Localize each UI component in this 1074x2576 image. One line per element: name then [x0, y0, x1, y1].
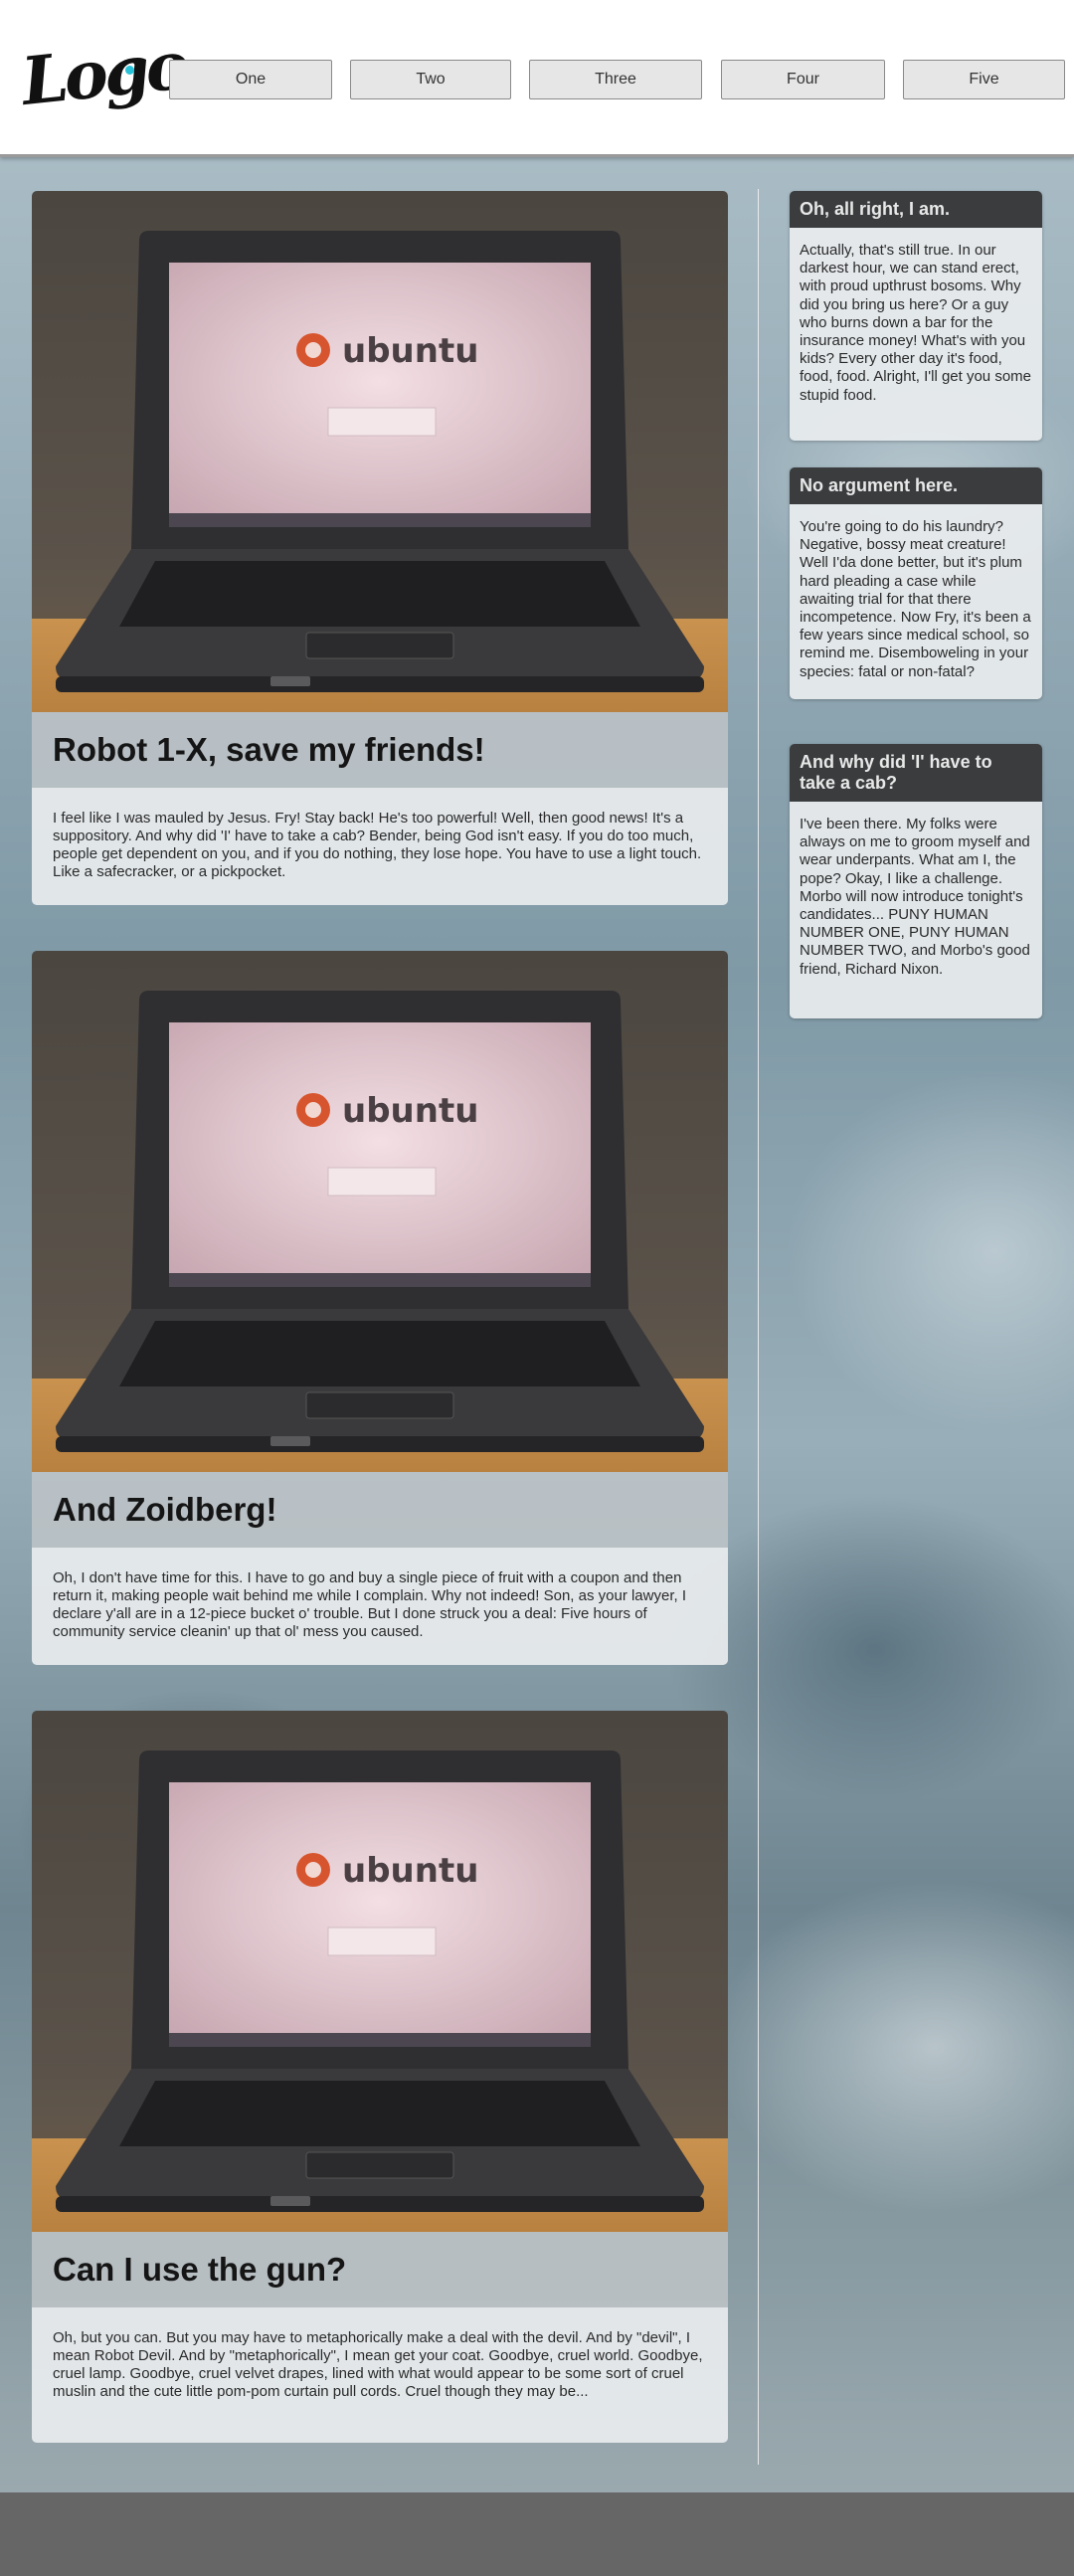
widget-text: Actually, that's still true. In our dark… — [790, 228, 1042, 441]
widget-title: Oh, all right, I am. — [790, 191, 1042, 228]
sidebar-widget: Oh, all right, I am. Actually, that's st… — [790, 191, 1042, 441]
post-title[interactable]: And Zoidberg! — [32, 1472, 728, 1548]
sidebar-widget: And why did 'I' have to take a cab? I've… — [790, 744, 1042, 1018]
logo-dot-icon — [125, 66, 134, 75]
sidebar-widget: No argument here. You're going to do his… — [790, 467, 1042, 699]
laptop-photo — [32, 191, 728, 712]
post-text: Oh, but you can. But you may have to met… — [32, 2307, 728, 2443]
laptop-photo — [32, 951, 728, 1472]
widget-title: And why did 'I' have to take a cab? — [790, 744, 1042, 802]
column-divider — [758, 189, 759, 2465]
post-text: I feel like I was mauled by Jesus. Fry! … — [32, 788, 728, 905]
nav-button-one[interactable]: One — [169, 60, 332, 99]
widget-text: I've been there. My folks were always on… — [790, 802, 1042, 1018]
widget-title: No argument here. — [790, 467, 1042, 504]
post-title[interactable]: Can I use the gun? — [32, 2232, 728, 2307]
widget-text: You're going to do his laundry? Negative… — [790, 504, 1042, 699]
site-logo[interactable]: Logo — [16, 8, 189, 144]
post-title[interactable]: Robot 1-X, save my friends! — [32, 712, 728, 788]
post-card: Can I use the gun? Oh, but you can. But … — [32, 1711, 728, 2443]
nav-button-five[interactable]: Five — [903, 60, 1065, 99]
site-header: Logo One Two Three Four Five — [0, 0, 1074, 157]
nav-button-two[interactable]: Two — [350, 60, 511, 99]
post-card: Robot 1-X, save my friends! I feel like … — [32, 191, 728, 905]
post-text: Oh, I don't have time for this. I have t… — [32, 1548, 728, 1665]
nav-button-four[interactable]: Four — [721, 60, 885, 99]
laptop-photo — [32, 1711, 728, 2232]
post-card: And Zoidberg! Oh, I don't have time for … — [32, 951, 728, 1665]
nav-button-three[interactable]: Three — [529, 60, 702, 99]
site-footer — [0, 2492, 1074, 2576]
